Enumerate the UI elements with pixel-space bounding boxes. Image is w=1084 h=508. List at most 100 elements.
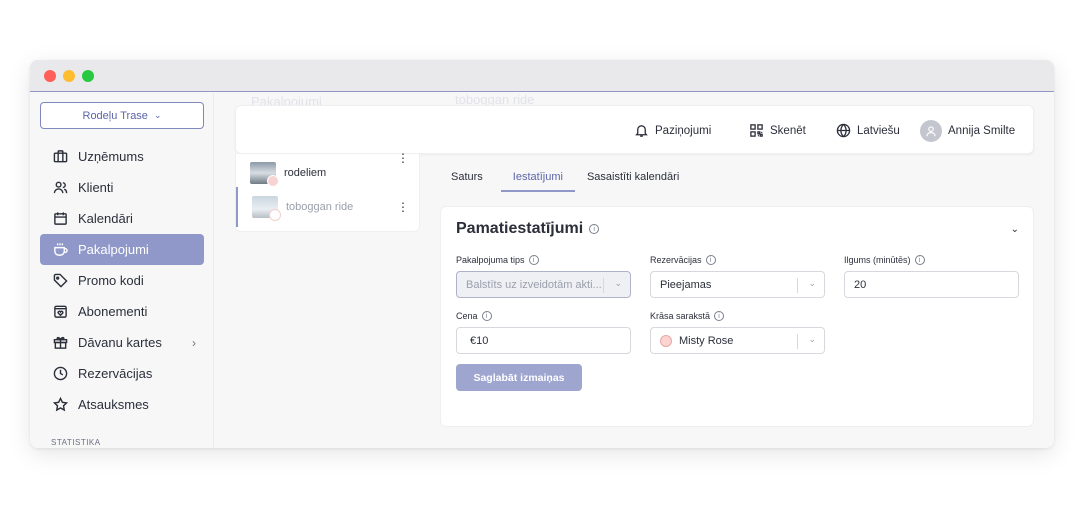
- sidebar: Rodeļu Trase ⌄ Uzņēmums Klienti Kalendār…: [30, 93, 214, 448]
- sidebar-item-label: Abonementi: [78, 304, 148, 319]
- service-type-select: Balstīts uz izveidotām akti... ⌄: [456, 271, 631, 298]
- service-type-value: Balstīts uz izveidotām akti...: [466, 278, 602, 291]
- sidebar-item-atsauksmes[interactable]: Atsauksmes: [40, 389, 204, 420]
- info-icon[interactable]: i: [481, 311, 492, 321]
- chevron-down-icon: ⌄: [808, 278, 816, 288]
- business-name: Rodeļu Trase: [82, 109, 148, 122]
- main-content: Pakalpojumi toboggan ride Paziņojumi Ske…: [215, 92, 1054, 448]
- price-value: €10: [470, 334, 489, 347]
- info-icon[interactable]: i: [914, 255, 925, 265]
- qr-code-icon: [750, 124, 763, 137]
- more-options-icon[interactable]: ⋮: [397, 151, 409, 165]
- service-type-label: Pakalpojuma tips i: [456, 255, 539, 265]
- panel-title: Pamatiestatījumi i: [456, 220, 600, 238]
- scan-label: Skenēt: [770, 124, 806, 137]
- list-item[interactable]: toboggan ride ⋮: [236, 187, 421, 227]
- color-label-text: Krāsa sarakstā: [650, 311, 711, 321]
- user-menu[interactable]: Annija Smilte: [920, 106, 1015, 155]
- select-separator: [797, 334, 798, 349]
- duration-input[interactable]: 20: [844, 271, 1019, 298]
- info-icon[interactable]: i: [589, 224, 600, 234]
- briefcase-icon: [52, 149, 68, 165]
- user-name: Annija Smilte: [948, 124, 1016, 137]
- reservations-select[interactable]: Pieejamas ⌄: [650, 271, 825, 298]
- avatar: [920, 119, 942, 142]
- gift-icon: [52, 335, 68, 351]
- select-separator: [603, 278, 604, 293]
- reservations-value: Pieejamas: [660, 278, 712, 291]
- tab-sasaistiti-kalendari[interactable]: Sasaistīti kalendāri: [587, 168, 679, 192]
- sidebar-item-kalendari[interactable]: Kalendāri: [40, 203, 204, 234]
- service-type-label-text: Pakalpojuma tips: [456, 255, 525, 265]
- business-selector[interactable]: Rodeļu Trase ⌄: [40, 102, 204, 129]
- user-icon: [926, 125, 936, 136]
- globe-icon: [836, 123, 851, 138]
- sidebar-item-abonementi[interactable]: Abonementi: [40, 296, 204, 327]
- settings-panel: Pamatiestatījumi i ⌄ Pakalpojuma tips i …: [440, 206, 1034, 427]
- minimize-window-button[interactable]: [63, 70, 75, 82]
- price-input[interactable]: €10: [456, 327, 631, 354]
- info-icon[interactable]: i: [714, 311, 725, 321]
- duration-value: 20: [854, 278, 867, 291]
- chevron-right-icon: ›: [192, 335, 196, 350]
- sidebar-item-label: Promo kodi: [78, 273, 144, 288]
- chevron-down-icon: ⌄: [614, 278, 622, 288]
- chevron-down-icon: ⌄: [153, 110, 162, 120]
- app-window: Rodeļu Trase ⌄ Uzņēmums Klienti Kalendār…: [30, 60, 1054, 448]
- close-window-button[interactable]: [44, 70, 56, 82]
- sidebar-section-label: STATISTIKA: [51, 438, 101, 447]
- sidebar-item-promo-kodi[interactable]: Promo kodi: [40, 265, 204, 296]
- users-icon: [52, 180, 68, 196]
- title-bar: [30, 60, 1054, 92]
- sidebar-item-rezervacijas[interactable]: Rezervācijas: [40, 358, 204, 389]
- sidebar-item-label: Uzņēmums: [78, 149, 144, 164]
- duration-label: Ilgums (minūtēs) i: [844, 255, 925, 265]
- tab-saturs[interactable]: Saturs: [451, 168, 483, 192]
- sidebar-item-label: Rezervācijas: [78, 366, 153, 381]
- sidebar-item-label: Pakalpojumi: [78, 242, 149, 257]
- service-thumbnail: [250, 162, 279, 187]
- service-thumbnail: [252, 196, 281, 221]
- color-dot: [267, 175, 279, 187]
- services-list: rodeliem ⋮ toboggan ride ⋮: [235, 151, 421, 232]
- clock-icon: [52, 366, 68, 382]
- service-name: toboggan ride: [286, 201, 354, 213]
- scan-button[interactable]: Skenēt: [749, 106, 806, 155]
- cup-icon: [52, 242, 68, 258]
- language-selector[interactable]: Latviešu: [836, 106, 900, 155]
- duration-label-text: Ilgums (minūtēs): [844, 255, 911, 265]
- language-label: Latviešu: [857, 124, 900, 137]
- more-options-icon[interactable]: ⋮: [397, 200, 409, 214]
- tab-iestatijumi[interactable]: Iestatījumi: [500, 168, 576, 192]
- tabs: Saturs Iestatījumi Sasaistīti kalendāri: [451, 168, 703, 192]
- color-label: Krāsa sarakstā i: [650, 311, 725, 321]
- sidebar-item-label: Kalendāri: [78, 211, 133, 226]
- color-dot: [269, 209, 281, 221]
- sidebar-item-label: Atsauksmes: [78, 397, 149, 412]
- calendar-icon: [52, 211, 68, 227]
- star-icon: [52, 397, 68, 413]
- info-icon[interactable]: i: [705, 255, 716, 265]
- maximize-window-button[interactable]: [82, 70, 94, 82]
- calendar-heart-icon: [52, 304, 68, 320]
- save-changes-button[interactable]: Saglabāt izmaiņas: [456, 364, 582, 391]
- sidebar-item-klienti[interactable]: Klienti: [40, 172, 204, 203]
- info-icon[interactable]: i: [528, 255, 539, 265]
- sidebar-item-label: Dāvanu kartes: [78, 335, 162, 350]
- sidebar-item-davanu-kartes[interactable]: Dāvanu kartes ›: [40, 327, 204, 358]
- sidebar-item-uznemums[interactable]: Uzņēmums: [40, 141, 204, 172]
- price-label: Cena i: [456, 311, 492, 321]
- reservations-label: Rezervācijas i: [650, 255, 716, 265]
- price-label-text: Cena: [456, 311, 478, 321]
- service-name: rodeliem: [284, 167, 327, 179]
- notifications-label: Paziņojumi: [655, 124, 712, 137]
- sidebar-item-label: Klienti: [78, 180, 114, 195]
- collapse-chevron-icon[interactable]: ⌄: [1011, 224, 1019, 235]
- color-value: Misty Rose: [679, 334, 734, 347]
- chevron-down-icon: ⌄: [808, 334, 816, 344]
- select-separator: [797, 278, 798, 293]
- color-select[interactable]: Misty Rose ⌄: [650, 327, 825, 354]
- sidebar-item-pakalpojumi[interactable]: Pakalpojumi: [40, 234, 204, 265]
- sidebar-nav: Uzņēmums Klienti Kalendāri Pakalpojumi P…: [40, 141, 204, 420]
- notifications-button[interactable]: Paziņojumi: [634, 106, 711, 155]
